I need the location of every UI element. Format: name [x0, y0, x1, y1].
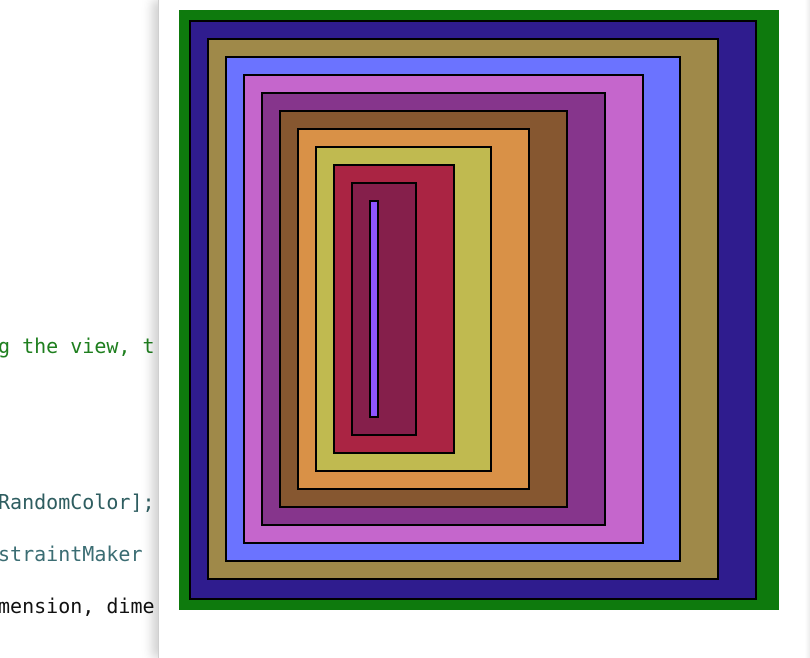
code-line-constraint-maker: straintMaker	[0, 542, 155, 566]
maroon-box	[351, 182, 417, 436]
code-line-random-color: RandomColor];	[0, 490, 155, 514]
window-edge	[805, 0, 810, 658]
code-line-comment: g the view, t	[0, 334, 155, 358]
nested-views-canvas	[159, 0, 810, 658]
violet-box	[369, 200, 379, 418]
code-line-dimension: mension, dime	[0, 594, 155, 618]
simulator-window[interactable]	[158, 0, 810, 658]
